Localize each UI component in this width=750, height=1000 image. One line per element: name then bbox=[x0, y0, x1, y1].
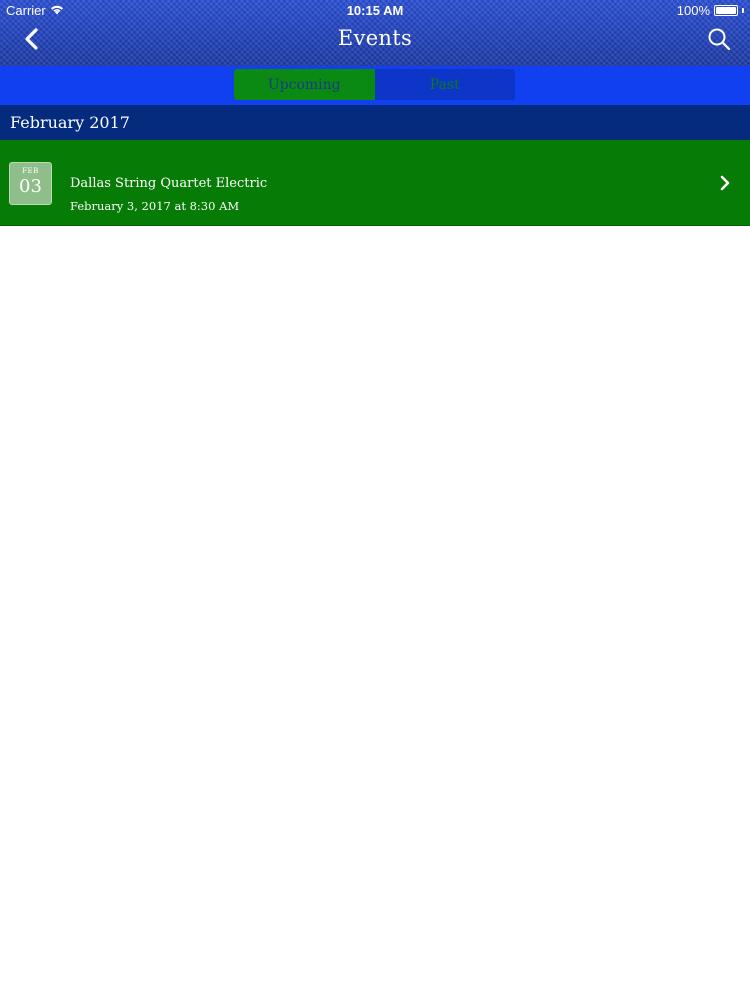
battery-nub bbox=[742, 8, 744, 13]
section-header: February 2017 bbox=[0, 105, 750, 140]
segment-past[interactable]: Past bbox=[374, 69, 515, 100]
date-badge: FEB 03 bbox=[9, 162, 52, 205]
battery-percentage: 100% bbox=[676, 3, 710, 18]
segmented-control: Upcoming Past bbox=[234, 69, 515, 100]
navigation-bar: Carrier 10:15 AM 100% Events bbox=[0, 0, 750, 66]
search-icon bbox=[707, 27, 731, 55]
event-row[interactable]: FEB 03 Dallas String Quartet Electric Fe… bbox=[0, 140, 750, 226]
events-screen: Carrier 10:15 AM 100% Events Upcoming Pa… bbox=[0, 0, 750, 1000]
segment-bar: Upcoming Past bbox=[0, 66, 750, 105]
battery-icon bbox=[714, 5, 738, 16]
page-title: Events bbox=[337, 26, 413, 50]
date-badge-month: FEB bbox=[22, 167, 39, 175]
search-button[interactable] bbox=[702, 24, 736, 58]
status-time: 10:15 AM bbox=[346, 3, 404, 18]
status-bar: Carrier 10:15 AM 100% bbox=[0, 0, 750, 20]
event-datetime: February 3, 2017 at 8:30 AM bbox=[70, 199, 240, 213]
battery-indicator: 100% bbox=[677, 3, 744, 18]
chevron-right-icon bbox=[718, 174, 732, 192]
segment-upcoming[interactable]: Upcoming bbox=[234, 69, 375, 100]
event-title: Dallas String Quartet Electric bbox=[70, 176, 268, 191]
date-badge-day: 03 bbox=[19, 176, 42, 197]
